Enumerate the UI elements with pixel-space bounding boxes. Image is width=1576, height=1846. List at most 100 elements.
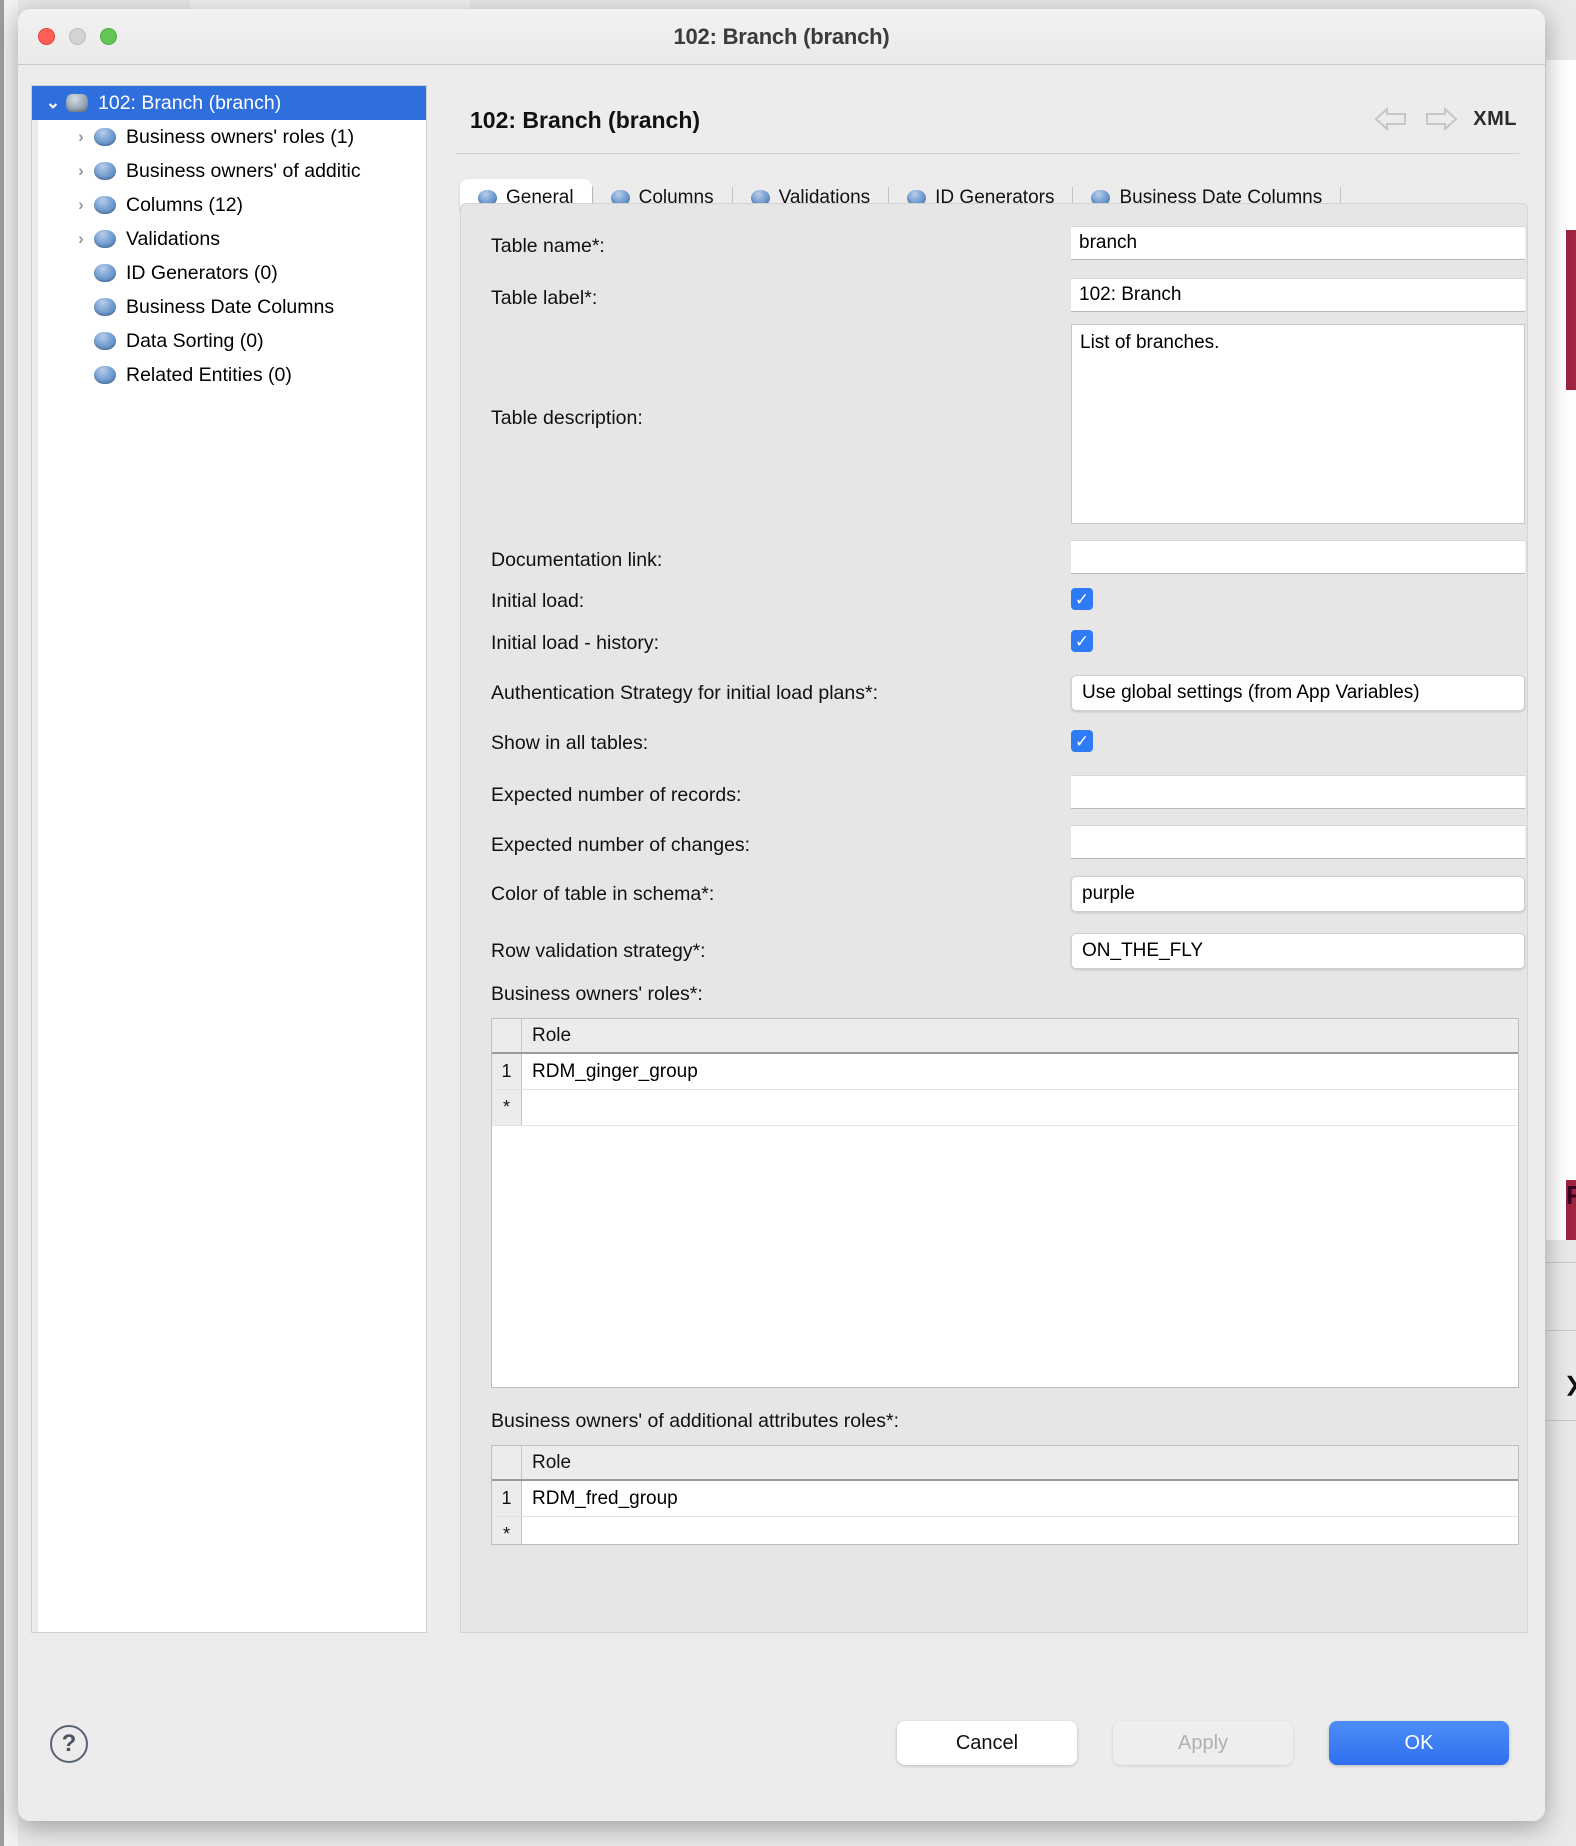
footer-button-group: Cancel Apply OK bbox=[897, 1721, 1509, 1765]
arrow-right-icon[interactable] bbox=[1423, 105, 1459, 133]
new-row-marker: * bbox=[492, 1517, 522, 1545]
table-description-label: Table description: bbox=[491, 324, 1071, 430]
show-in-all-tables-checkbox[interactable]: ✓ bbox=[1071, 730, 1093, 752]
background-divider bbox=[1546, 1262, 1576, 1263]
new-row-marker: * bbox=[492, 1090, 522, 1125]
field-documentation-link: Documentation link: bbox=[491, 540, 1525, 574]
folder-node-icon bbox=[94, 196, 116, 214]
cancel-button[interactable]: Cancel bbox=[897, 1721, 1077, 1765]
background-divider bbox=[1546, 1420, 1576, 1421]
business-owners-additional-label: Business owners' of additional attribute… bbox=[491, 1410, 1525, 1433]
expected-changes-input[interactable] bbox=[1071, 825, 1525, 859]
row-number: 1 bbox=[492, 1481, 522, 1516]
tree-item-102-branch-branch[interactable]: ⌄ 102: Branch (branch) bbox=[32, 86, 426, 120]
chevron-right-icon[interactable]: › bbox=[68, 195, 94, 215]
table-name-input[interactable]: branch bbox=[1071, 226, 1525, 260]
tree-item-label: ID Generators (0) bbox=[126, 262, 426, 285]
auth-strategy-select[interactable]: Use global settings (from App Variables) bbox=[1071, 675, 1525, 711]
business-owners-roles-label: Business owners' roles*: bbox=[491, 983, 1525, 1006]
expected-records-label: Expected number of records: bbox=[491, 775, 1071, 807]
business-owners-additional-grid[interactable]: Role 1 RDM_fred_group * bbox=[491, 1445, 1519, 1545]
background-chevron-icon: ❯ bbox=[1564, 1372, 1576, 1397]
folder-node-icon bbox=[94, 264, 116, 282]
tree-item-label: Validations bbox=[126, 228, 426, 251]
content-panel: 102: Branch (branch) XML GeneralColumnsV… bbox=[440, 85, 1533, 1633]
field-initial-load: Initial load: ✓ bbox=[491, 588, 1525, 613]
tree-item-label: Business owners' roles (1) bbox=[126, 126, 426, 149]
show-in-all-tables-label: Show in all tables: bbox=[491, 730, 1071, 755]
arrow-left-icon[interactable] bbox=[1373, 105, 1409, 133]
background-heading-text: R bbox=[1566, 1180, 1576, 1211]
tree-item-columns-12[interactable]: › Columns (12) bbox=[32, 188, 426, 222]
folder-node-icon bbox=[94, 128, 116, 146]
row-validation-strategy-label: Row validation strategy*: bbox=[491, 933, 1071, 963]
table-name-label: Table name*: bbox=[491, 226, 1071, 258]
grid-header-row: Role bbox=[492, 1019, 1518, 1054]
table-row[interactable]: 1 RDM_ginger_group bbox=[492, 1054, 1518, 1090]
ok-button[interactable]: OK bbox=[1329, 1721, 1509, 1765]
background-accent-top bbox=[1566, 230, 1576, 390]
tree-item-business-owners-of-additic[interactable]: ›Business owners' of additic bbox=[32, 154, 426, 188]
header-divider bbox=[456, 153, 1519, 154]
tree-item-label: Business Date Columns bbox=[126, 296, 426, 319]
auth-strategy-label: Authentication Strategy for initial load… bbox=[491, 675, 1071, 705]
role-cell-empty[interactable] bbox=[522, 1517, 1518, 1545]
grid-column-role[interactable]: Role bbox=[522, 1446, 1518, 1479]
xml-view-button[interactable]: XML bbox=[1473, 108, 1517, 131]
field-show-in-all-tables: Show in all tables: ✓ bbox=[491, 730, 1525, 755]
table-node-icon bbox=[66, 94, 88, 112]
help-icon[interactable]: ? bbox=[50, 1725, 88, 1763]
field-row-validation-strategy: Row validation strategy*: ON_THE_FLY bbox=[491, 933, 1525, 969]
chevron-down-icon[interactable]: ⌄ bbox=[40, 93, 66, 113]
branch-properties-dialog: 102: Branch (branch) ⌄ 102: Branch (branc… bbox=[18, 9, 1545, 1821]
grid-column-role[interactable]: Role bbox=[522, 1019, 1518, 1052]
background-window-edge bbox=[4, 0, 18, 1846]
table-new-row[interactable]: * bbox=[492, 1517, 1518, 1545]
window-titlebar: 102: Branch (branch) bbox=[18, 9, 1545, 65]
expected-changes-label: Expected number of changes: bbox=[491, 825, 1071, 857]
header-toolbar: XML bbox=[1373, 105, 1517, 133]
navigation-tree[interactable]: ⌄102: Branch (branch)›Business owners' r… bbox=[31, 85, 427, 1633]
table-row[interactable]: 1 RDM_fred_group bbox=[492, 1481, 1518, 1517]
tree-item-data-sorting-0[interactable]: Data Sorting (0) bbox=[32, 324, 426, 358]
tree-item-label: 102: Branch (branch) bbox=[98, 92, 426, 115]
page-title: 102: Branch (branch) bbox=[470, 107, 700, 134]
tree-item-label: Related Entities (0) bbox=[126, 364, 426, 387]
dialog-body: ⌄102: Branch (branch)›Business owners' r… bbox=[18, 65, 1545, 1677]
documentation-link-input[interactable] bbox=[1071, 540, 1525, 574]
role-cell[interactable]: RDM_fred_group bbox=[522, 1481, 1518, 1516]
tree-item-id-generators-0[interactable]: ID Generators (0) bbox=[32, 256, 426, 290]
table-label-input[interactable]: 102: Branch bbox=[1071, 278, 1525, 312]
business-owners-roles-grid[interactable]: Role 1 RDM_ginger_group * bbox=[491, 1018, 1519, 1388]
documentation-link-label: Documentation link: bbox=[491, 540, 1071, 572]
folder-node-icon bbox=[94, 332, 116, 350]
role-cell[interactable]: RDM_ginger_group bbox=[522, 1054, 1518, 1089]
tree-item-business-owners-roles-1[interactable]: › Business owners' roles (1) bbox=[32, 120, 426, 154]
role-cell-empty[interactable] bbox=[522, 1090, 1518, 1125]
tree-item-list: ⌄102: Branch (branch)›Business owners' r… bbox=[32, 86, 426, 392]
content-header: 102: Branch (branch) XML bbox=[440, 85, 1533, 157]
field-expected-records: Expected number of records: bbox=[491, 775, 1525, 809]
tree-item-business-date-columns[interactable]: Business Date Columns bbox=[32, 290, 426, 324]
tree-item-validations[interactable]: › Validations bbox=[32, 222, 426, 256]
initial-load-checkbox[interactable]: ✓ bbox=[1071, 588, 1093, 610]
initial-load-history-checkbox[interactable]: ✓ bbox=[1071, 630, 1093, 652]
color-of-table-select[interactable]: purple bbox=[1071, 876, 1525, 912]
row-validation-strategy-select[interactable]: ON_THE_FLY bbox=[1071, 933, 1525, 969]
expected-records-input[interactable] bbox=[1071, 775, 1525, 809]
window-title: 102: Branch (branch) bbox=[18, 24, 1545, 50]
table-description-textarea[interactable]: List of branches. bbox=[1071, 324, 1525, 524]
chevron-right-icon[interactable]: › bbox=[68, 229, 94, 249]
table-new-row[interactable]: * bbox=[492, 1090, 1518, 1126]
folder-node-icon bbox=[94, 230, 116, 248]
apply-button: Apply bbox=[1113, 1721, 1293, 1765]
dialog-footer: ? Cancel Apply OK bbox=[18, 1677, 1545, 1821]
general-form: Table name*: branch Table label*: 102: B… bbox=[461, 204, 1527, 1632]
folder-node-icon bbox=[94, 298, 116, 316]
initial-load-label: Initial load: bbox=[491, 588, 1071, 613]
tree-item-related-entities-0[interactable]: Related Entities (0) bbox=[32, 358, 426, 392]
chevron-right-icon[interactable]: › bbox=[68, 127, 94, 147]
folder-node-icon bbox=[94, 366, 116, 384]
chevron-right-icon[interactable]: › bbox=[68, 161, 94, 181]
tree-item-label: Columns (12) bbox=[126, 194, 426, 217]
